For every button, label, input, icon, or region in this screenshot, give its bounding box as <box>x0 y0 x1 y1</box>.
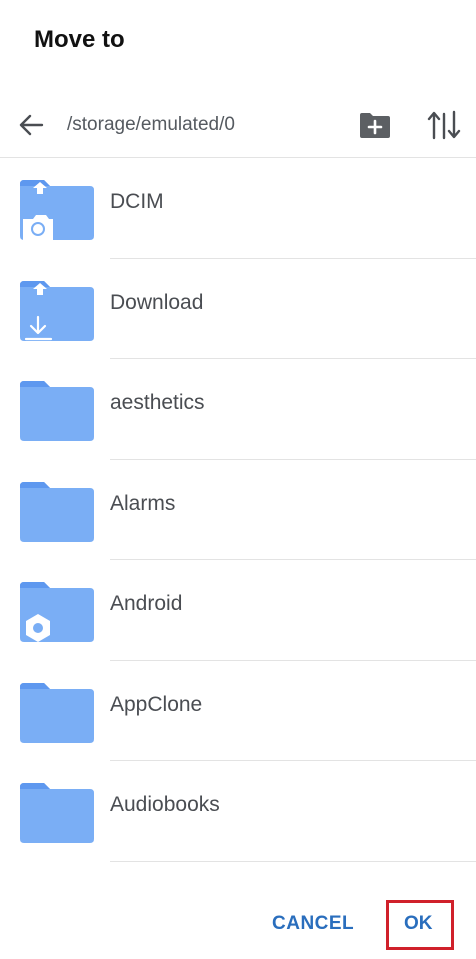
folder-row-dcim[interactable]: DCIM <box>0 158 476 259</box>
folder-name: DCIM <box>110 190 164 213</box>
folder-icon <box>20 682 94 743</box>
folder-name: AppClone <box>110 692 203 716</box>
ok-button[interactable]: OK <box>404 913 433 935</box>
create-folder-icon[interactable] <box>358 110 392 140</box>
divider <box>110 860 476 862</box>
folder-name: Download <box>110 290 204 314</box>
path-bar: /storage/emulated/0 <box>0 104 476 146</box>
folder-icon <box>20 381 94 441</box>
folder-icon <box>20 783 94 843</box>
folder-list: DCIM Download aesthetics Alarms Android … <box>0 158 476 862</box>
arrow-left-icon[interactable] <box>16 110 46 140</box>
folder-row-android[interactable]: Android <box>0 560 476 661</box>
folder-row-appclone[interactable]: AppClone <box>0 661 476 761</box>
folder-icon <box>20 481 94 542</box>
folder-row-alarms[interactable]: Alarms <box>0 460 476 560</box>
folder-row-audiobooks[interactable]: Audiobooks <box>0 761 476 862</box>
cancel-button[interactable]: CANCEL <box>272 913 354 935</box>
dialog-title: Move to <box>34 26 125 53</box>
folder-name: Android <box>110 592 183 615</box>
folder-row-aesthetics[interactable]: aesthetics <box>0 359 476 460</box>
folder-row-download[interactable]: Download <box>0 259 476 359</box>
current-path: /storage/emulated/0 <box>67 114 235 135</box>
folder-settings-icon <box>20 582 94 642</box>
sort-icon[interactable] <box>426 108 462 142</box>
folder-download-icon <box>20 280 94 341</box>
dialog-actions: CANCEL OK <box>0 896 476 952</box>
folder-camera-icon <box>20 180 94 240</box>
folder-name: Audiobooks <box>110 793 220 816</box>
folder-name: aesthetics <box>110 391 205 414</box>
folder-name: Alarms <box>110 491 176 515</box>
